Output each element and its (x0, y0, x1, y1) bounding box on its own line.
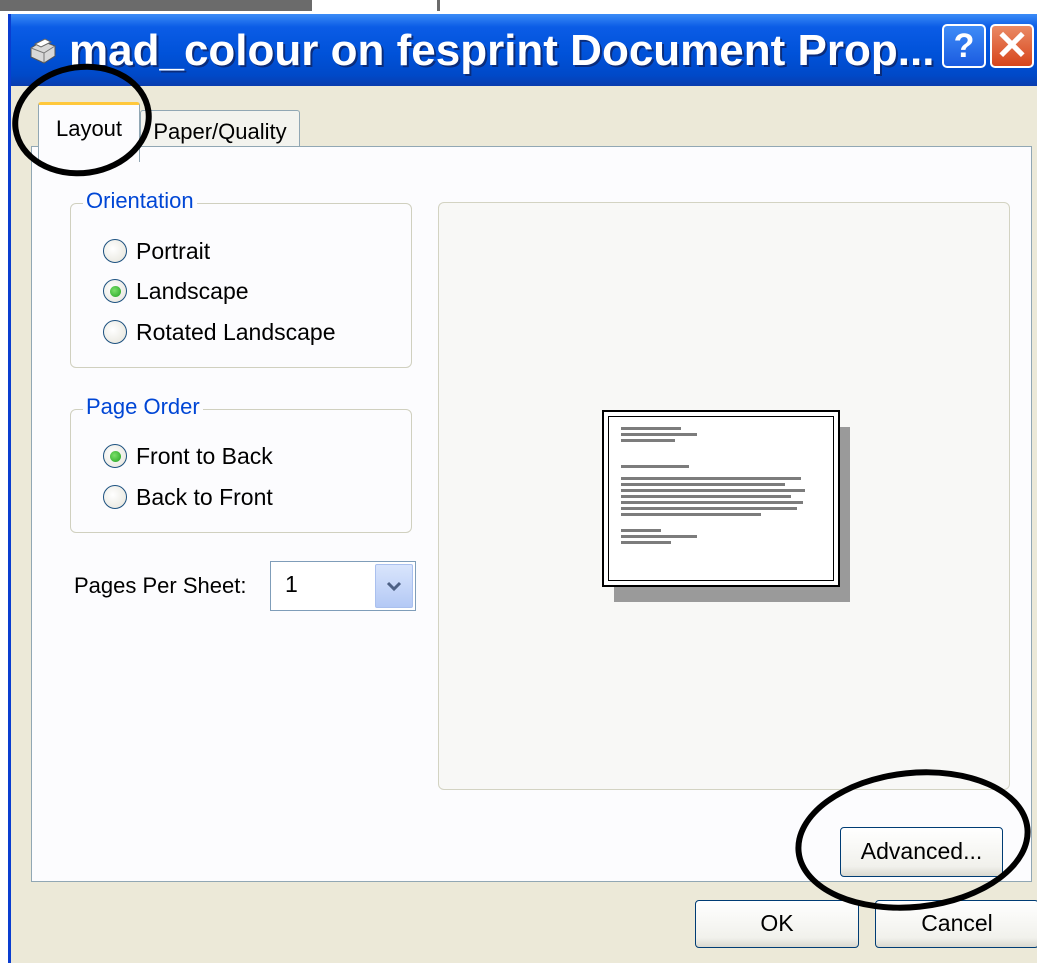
cancel-button[interactable]: Cancel (875, 900, 1037, 948)
landscape-radio[interactable] (103, 279, 127, 303)
portrait-label: Portrait (136, 237, 211, 264)
document-properties-dialog: mad_colour on fesprint Document Prop... … (8, 14, 1037, 963)
page-order-front-to-back-option[interactable]: Front to Back (103, 441, 273, 471)
printer-icon (30, 38, 56, 64)
advanced-button[interactable]: Advanced... (840, 827, 1003, 877)
rotated-landscape-radio[interactable] (103, 320, 127, 344)
orientation-portrait-option[interactable]: Portrait (103, 236, 210, 266)
pages-per-sheet-select[interactable]: 1 (270, 561, 416, 611)
window-title: mad_colour on fesprint Document Prop... (69, 26, 935, 75)
front-to-back-radio[interactable] (103, 444, 127, 468)
landscape-label: Landscape (136, 277, 249, 304)
orientation-group: Orientation Portrait Landscape Rotated L… (70, 184, 412, 368)
pages-per-sheet-label: Pages Per Sheet: (74, 573, 247, 598)
tab-layout[interactable]: Layout (38, 102, 140, 162)
back-to-front-label: Back to Front (136, 483, 273, 510)
page-order-group: Page Order Front to Back Back to Front (70, 390, 412, 533)
dropdown-arrow-button[interactable] (375, 564, 413, 608)
chevron-down-icon (386, 581, 402, 592)
page-order-legend: Page Order (83, 390, 203, 424)
orientation-rotated-landscape-option[interactable]: Rotated Landscape (103, 317, 336, 347)
pages-per-sheet-value: 1 (285, 571, 298, 597)
front-to-back-label: Front to Back (136, 442, 273, 469)
title-bar[interactable]: mad_colour on fesprint Document Prop... … (11, 14, 1037, 86)
page-preview-image (602, 410, 840, 587)
help-button[interactable]: ? (942, 24, 986, 68)
layout-preview (438, 202, 1010, 790)
close-button[interactable]: ✕ (990, 24, 1034, 68)
page-order-back-to-front-option[interactable]: Back to Front (103, 482, 273, 512)
rotated-landscape-label: Rotated Landscape (136, 318, 336, 345)
orientation-legend: Orientation (83, 184, 197, 218)
ok-button[interactable]: OK (695, 900, 859, 948)
back-to-front-radio[interactable] (103, 485, 127, 509)
portrait-radio[interactable] (103, 239, 127, 263)
orientation-landscape-option[interactable]: Landscape (103, 276, 249, 306)
layout-tab-panel: Orientation Portrait Landscape Rotated L… (31, 146, 1032, 882)
